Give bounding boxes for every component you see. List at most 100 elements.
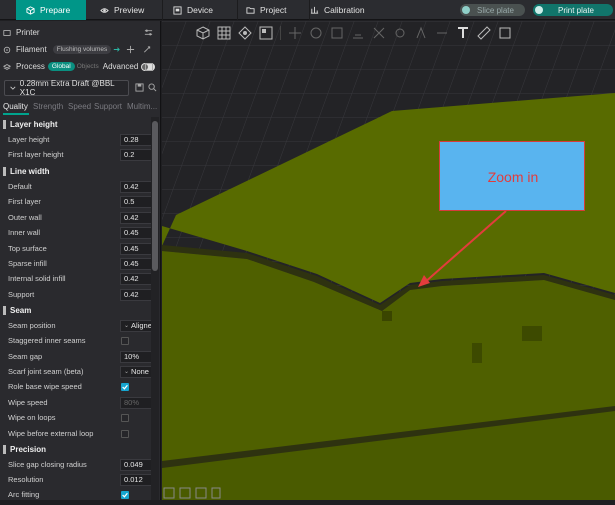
setting-value-input[interactable]: 0.45	[120, 257, 151, 270]
setting-value-input[interactable]: 0.42	[120, 211, 151, 224]
lay-flat-icon[interactable]	[351, 26, 365, 40]
arc-fitting-checkbox[interactable]	[121, 490, 129, 499]
scarf-seam-select[interactable]: ⌄ None	[120, 365, 151, 378]
slice-plate-button[interactable]: Slice plate	[460, 4, 525, 16]
settings-icon[interactable]	[144, 28, 153, 37]
3d-viewport[interactable]	[162, 21, 615, 500]
add-icon[interactable]	[126, 45, 135, 54]
process-row: Process Global Objects Advanced	[0, 62, 161, 71]
rotate-icon[interactable]	[309, 26, 323, 40]
section-title: Line width	[10, 166, 50, 176]
setting-value-input[interactable]: 0.5	[120, 195, 151, 208]
edit-icon[interactable]	[142, 45, 152, 54]
assembly-icon[interactable]	[498, 26, 512, 40]
zoom-in-callout: Zoom in	[439, 141, 585, 211]
tab-prepare[interactable]: Prepare	[16, 0, 86, 20]
setting-row: Layer height 0.28	[0, 132, 151, 147]
wipe-loops-checkbox[interactable]	[121, 413, 129, 422]
subtab-support[interactable]: Support	[94, 102, 122, 111]
text-icon[interactable]	[456, 26, 470, 40]
setting-row: First layer 0.5	[0, 194, 151, 209]
add-cube-icon[interactable]	[196, 25, 210, 40]
support-paint-icon[interactable]	[414, 26, 428, 40]
scrollbar-thumb[interactable]	[152, 121, 158, 271]
section-title: Precision	[10, 444, 47, 454]
subtab-quality[interactable]: Quality	[3, 102, 28, 111]
check-icon	[122, 492, 128, 498]
staggered-seams-checkbox[interactable]	[121, 336, 129, 345]
setting-value-input[interactable]: 80%	[120, 396, 151, 409]
sync-icon[interactable]	[112, 45, 121, 54]
setting-label: Slice gap closing radius	[8, 460, 87, 469]
view-icon[interactable]	[179, 487, 191, 499]
process-preset-select[interactable]: 0.28mm Extra Draft @BBL X1C	[4, 79, 129, 97]
setting-value-input[interactable]: 0.42	[120, 180, 151, 193]
orient-icon[interactable]	[238, 25, 252, 40]
scale-icon[interactable]	[330, 26, 344, 40]
printer-icon	[3, 29, 11, 36]
subtab-strength[interactable]: Strength	[33, 102, 63, 111]
setting-row: Support 0.42	[0, 287, 151, 302]
toolbar-divider	[280, 25, 281, 40]
setting-value-input[interactable]: 10%	[120, 350, 151, 363]
print-plate-button[interactable]: Print plate	[533, 4, 613, 16]
tab-label: Device	[187, 5, 213, 15]
view-icon[interactable]	[211, 487, 221, 499]
seam-position-select[interactable]: ⌄Aligned	[120, 319, 151, 332]
move-icon[interactable]	[288, 26, 302, 40]
setting-label: Scarf joint seam (beta)	[8, 367, 84, 376]
role-wipe-checkbox[interactable]	[121, 382, 129, 391]
filament-label: Filament	[16, 45, 47, 54]
model-ledge	[522, 326, 542, 341]
printer-row[interactable]: Printer	[0, 28, 161, 37]
process-label: Process	[16, 62, 45, 71]
objects-toggle[interactable]: Objects	[77, 63, 99, 70]
measure-icon[interactable]	[477, 25, 491, 40]
setting-row: Wipe on loops	[0, 410, 151, 425]
section-seam: Seam	[0, 303, 151, 317]
search-icon[interactable]	[148, 83, 157, 92]
tab-calibration[interactable]: Calibration	[300, 0, 390, 20]
subtab-speed[interactable]: Speed	[68, 102, 91, 111]
tab-label: Calibration	[324, 5, 365, 15]
tab-preview[interactable]: Preview	[90, 0, 160, 20]
cut-icon[interactable]	[372, 26, 386, 40]
copy-icon[interactable]	[145, 62, 153, 71]
setting-label: Seam gap	[8, 352, 43, 361]
setting-value-input[interactable]: 0.45	[120, 226, 151, 239]
setting-row: Wipe speed 80%	[0, 395, 151, 410]
select-value: None	[131, 367, 149, 376]
paint-icon[interactable]	[393, 26, 407, 40]
view-icon[interactable]	[195, 487, 207, 499]
setting-row: Wipe before external loop	[0, 426, 151, 441]
setting-value-input[interactable]: 0.049	[120, 458, 151, 471]
subtab-multimaterial[interactable]: Multim...	[127, 102, 157, 111]
arrange-icon[interactable]	[259, 26, 273, 40]
setting-label: Internal solid infill	[8, 274, 66, 283]
grid-icon[interactable]	[217, 26, 231, 40]
check-icon	[122, 384, 128, 390]
view-icon[interactable]	[163, 487, 175, 499]
setting-value-input[interactable]: 0.28	[120, 133, 151, 146]
wipe-before-loop-checkbox[interactable]	[121, 429, 129, 438]
tab-project[interactable]: Project	[236, 0, 310, 20]
setting-row: Top surface 0.45	[0, 241, 151, 256]
printer-label: Printer	[16, 28, 40, 37]
setting-value-input[interactable]: 0.42	[120, 288, 151, 301]
top-toolbar: Prepare Preview Device Project Calibrati…	[0, 0, 615, 20]
setting-value-input[interactable]: 0.45	[120, 242, 151, 255]
global-toggle[interactable]: Global	[47, 62, 75, 71]
setting-label: Default	[8, 182, 32, 191]
setting-value-input[interactable]: 0.2	[120, 148, 151, 161]
save-icon[interactable]	[135, 83, 144, 92]
tab-device[interactable]: Device	[163, 0, 235, 20]
setting-row: Default 0.42	[0, 179, 151, 194]
folder-icon	[246, 6, 255, 14]
setting-value-input[interactable]: 0.012	[120, 473, 151, 486]
setting-value-input[interactable]: 0.42	[120, 272, 151, 285]
view-controls	[163, 487, 221, 499]
flushing-volumes-button[interactable]: Flushing volumes	[52, 45, 112, 54]
filament-row[interactable]: Filament Flushing volumes	[0, 45, 161, 54]
seam-paint-icon[interactable]	[435, 26, 449, 40]
print-plate-label: Print plate	[557, 5, 595, 15]
